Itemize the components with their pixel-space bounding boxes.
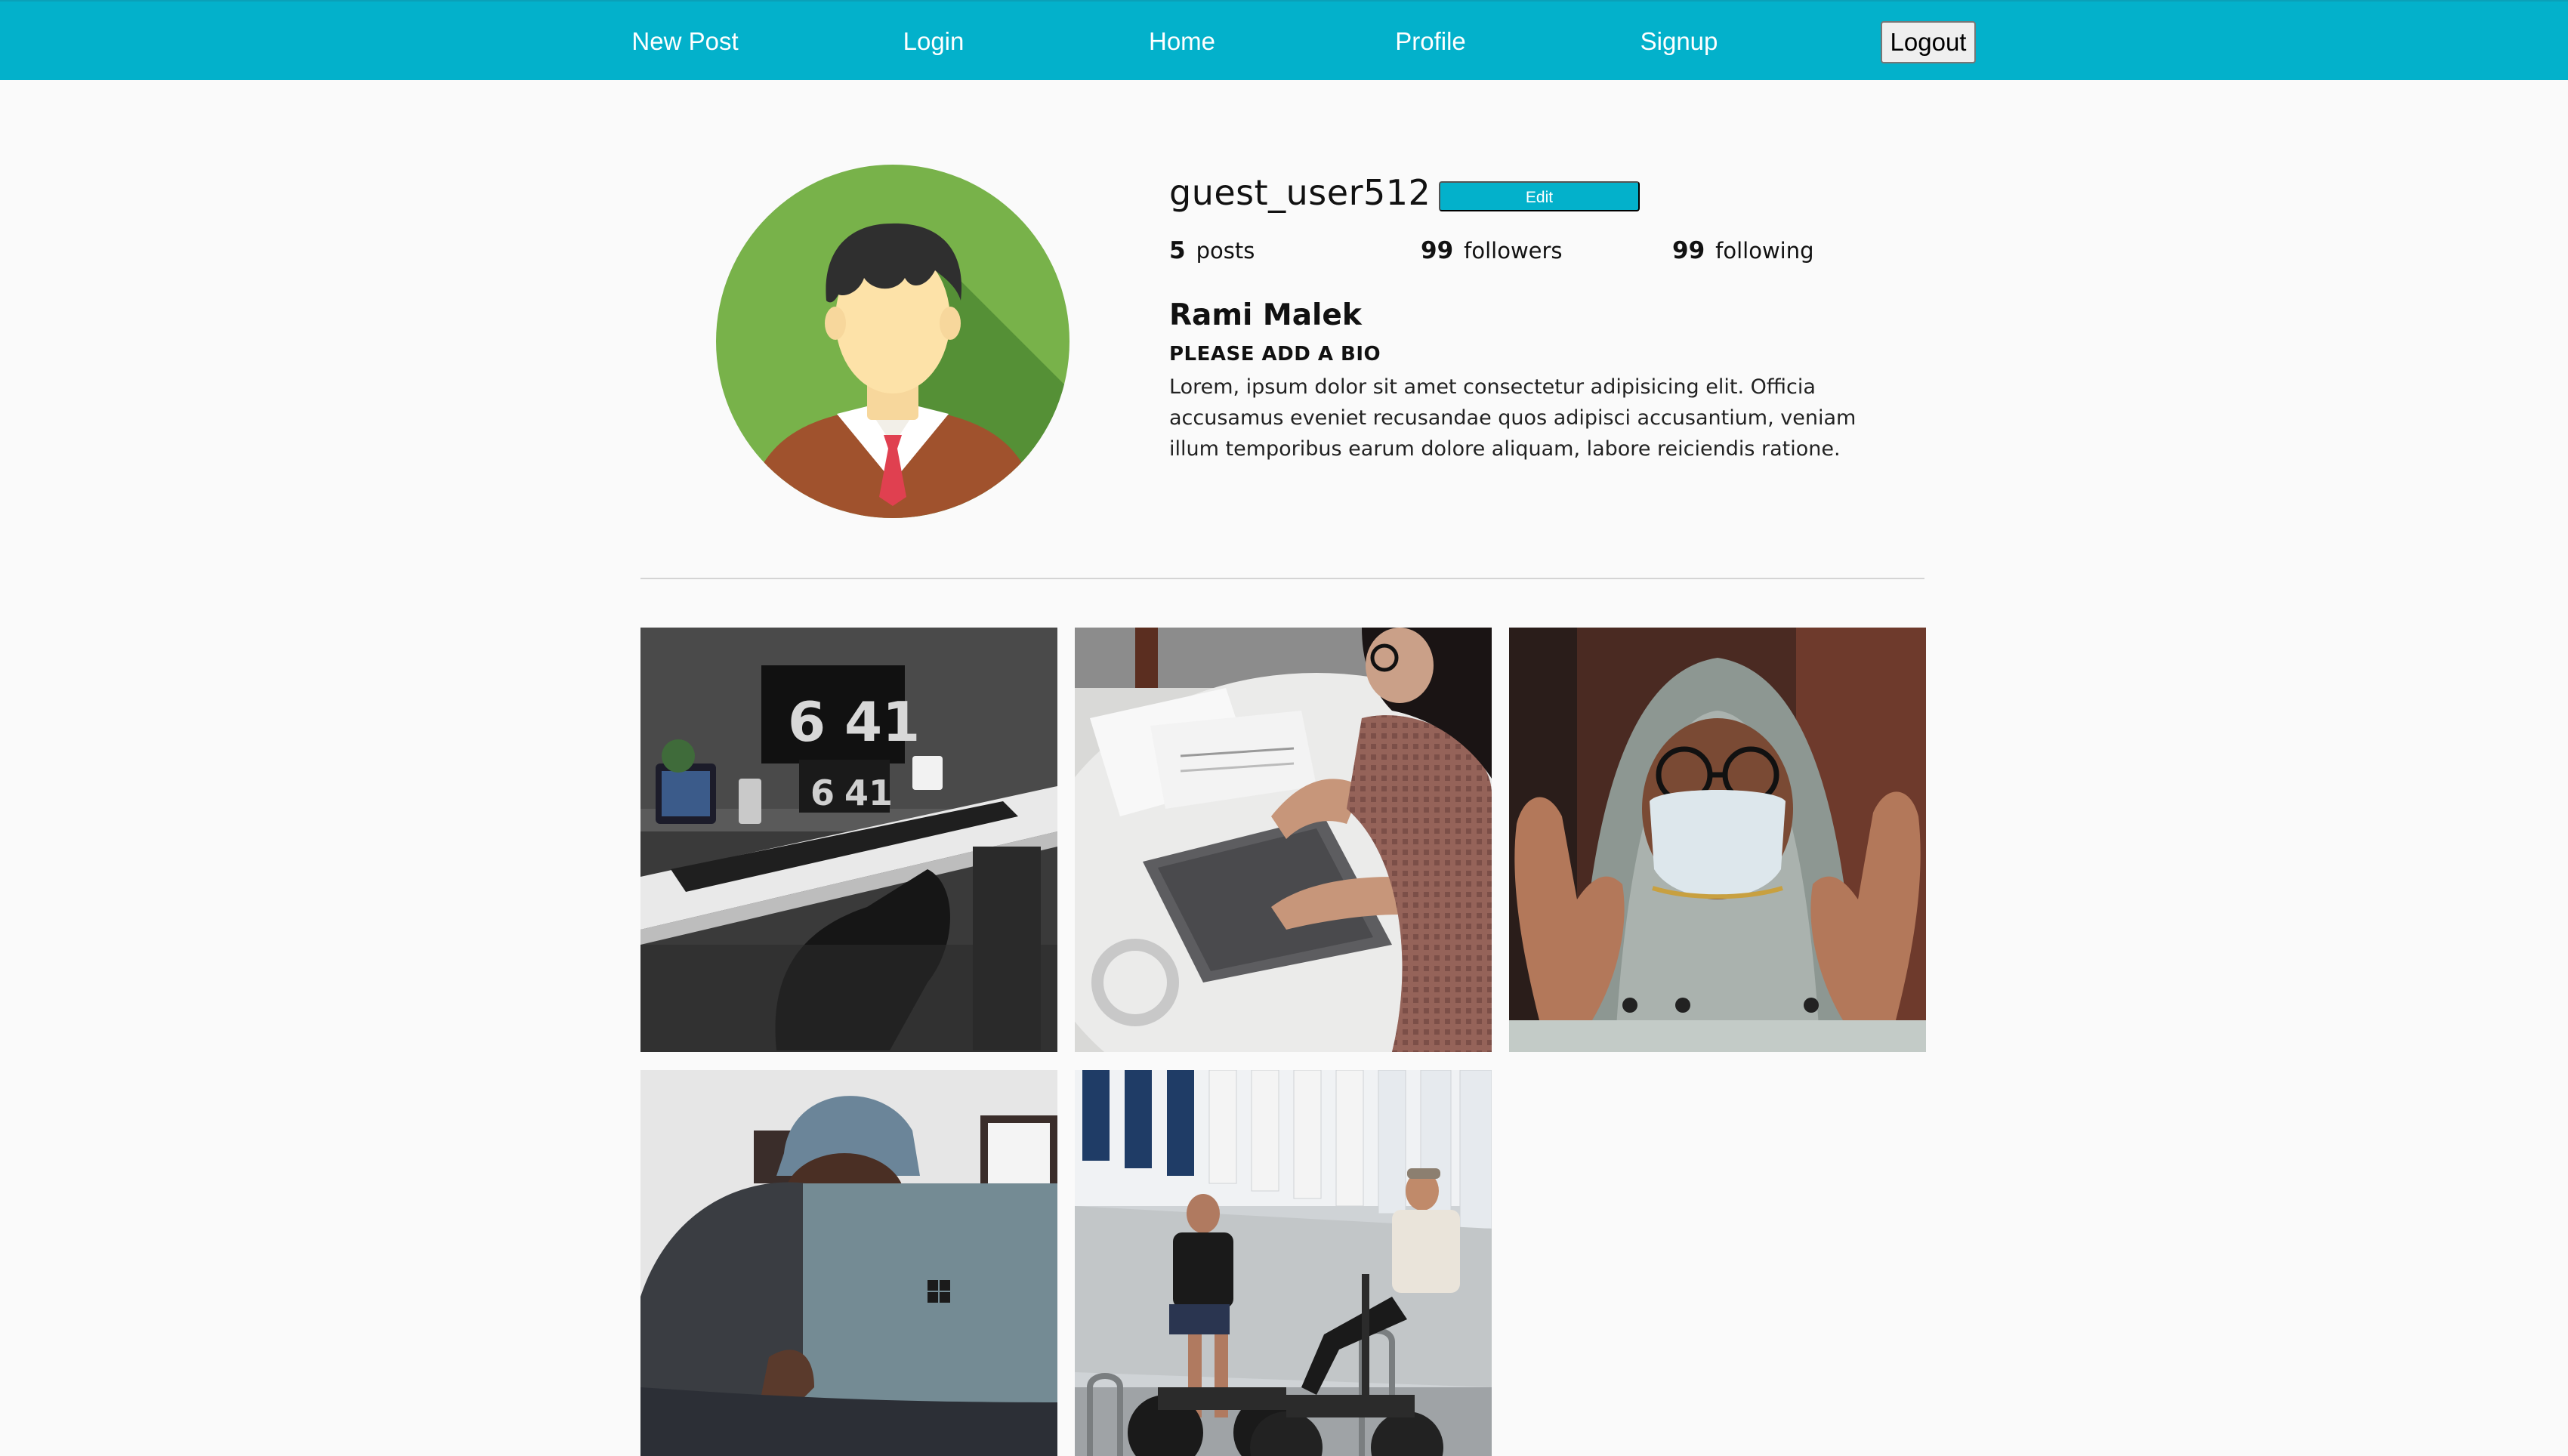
stat-posts: 5 posts: [1169, 237, 1255, 264]
profile-display-name: Rami Malek: [1169, 298, 1362, 332]
post-laptop-beanie[interactable]: [640, 1070, 1057, 1456]
clock-screen-min: 41: [844, 773, 893, 813]
stat-following[interactable]: 99 following: [1672, 237, 1814, 264]
stat-following-count: 99: [1672, 237, 1705, 264]
scooter-men-photo: [1075, 1070, 1492, 1456]
stat-followers-count: 99: [1421, 237, 1454, 264]
nav-link-signup[interactable]: Signup: [1640, 2, 1718, 82]
edit-profile-button[interactable]: Edit: [1439, 181, 1640, 211]
post-scooter-men[interactable]: [1075, 1070, 1492, 1456]
post-desk-setup[interactable]: 6 41 6 41: [640, 628, 1057, 1052]
desk-setup-photo: 6 41 6 41: [640, 628, 1057, 1052]
woman-laptop-photo: [1075, 628, 1492, 1052]
top-navbar: New Post Login Home Profile Signup Logou…: [0, 0, 2568, 80]
stat-posts-count: 5: [1169, 237, 1186, 264]
nav-link-profile[interactable]: Profile: [1395, 2, 1466, 82]
profile-username: guest_user512: [1169, 172, 1431, 213]
laptop-beanie-photo: [640, 1070, 1057, 1456]
post-man-mask[interactable]: [1509, 628, 1926, 1052]
bio-text: Lorem, ipsum dolor sit amet consectetur …: [1169, 375, 1857, 461]
bio-title: PLEASE ADD A BIO: [1169, 343, 1381, 366]
stat-followers[interactable]: 99 followers: [1421, 237, 1563, 264]
nav-link-new-post[interactable]: New Post: [631, 2, 738, 82]
avatar-illustration: [716, 165, 1069, 518]
stat-following-label: following: [1715, 238, 1814, 264]
section-divider: [640, 578, 1924, 579]
nav-link-home[interactable]: Home: [1149, 2, 1215, 82]
clock-main-min: 41: [844, 690, 920, 754]
nav-link-login[interactable]: Login: [903, 2, 965, 82]
stat-posts-label: posts: [1196, 238, 1255, 264]
post-woman-laptop[interactable]: [1075, 628, 1492, 1052]
clock-main-hour: 6: [788, 690, 826, 754]
logout-button[interactable]: Logout: [1881, 21, 1976, 63]
stat-followers-label: followers: [1464, 238, 1563, 264]
clock-screen-hour: 6: [810, 773, 835, 813]
man-mask-photo: [1509, 628, 1926, 1052]
profile-avatar: [716, 165, 1069, 518]
